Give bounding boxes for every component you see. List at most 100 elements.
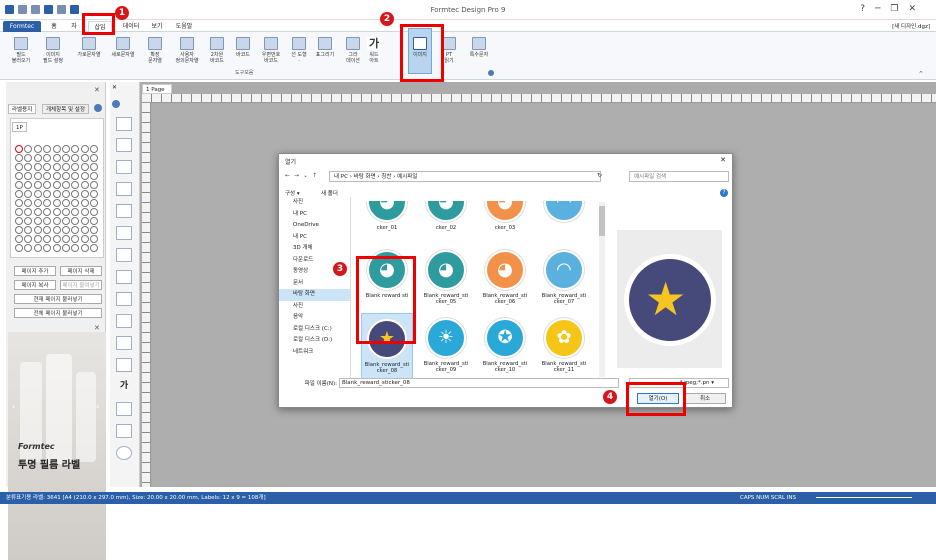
nav-arrows[interactable]: ←→⌄↑ <box>285 172 321 179</box>
label-cell[interactable] <box>62 190 70 198</box>
file-item[interactable]: ◕ Blank_reward_sti cker_05 <box>420 245 472 317</box>
filename-input[interactable]: Blank_reward_sticker_08 <box>339 378 619 388</box>
panel-settings-icon[interactable] <box>94 104 102 112</box>
label-cell[interactable] <box>33 208 42 216</box>
image-insert-button[interactable]: 이미지 <box>408 28 432 74</box>
label-cell[interactable] <box>24 154 33 162</box>
horizontal-text-button[interactable]: 가로문자열 <box>74 35 104 75</box>
label-cell[interactable] <box>80 244 89 252</box>
label-cell[interactable] <box>71 181 80 189</box>
label-cell[interactable] <box>80 145 89 153</box>
label-cell[interactable] <box>15 172 23 180</box>
horizontal-text-tool-icon[interactable] <box>116 160 132 174</box>
label-cell[interactable] <box>33 244 42 252</box>
label-cell[interactable] <box>24 181 33 189</box>
label-cell[interactable] <box>24 163 33 171</box>
label-cell[interactable] <box>71 217 80 225</box>
label-cell[interactable] <box>71 199 80 207</box>
label-cell[interactable] <box>15 145 23 153</box>
label-cell[interactable] <box>43 154 52 162</box>
wordart-button[interactable]: 가 워드 아트 <box>364 35 384 75</box>
panel-close-icon[interactable]: ✕ <box>94 86 100 94</box>
file-item[interactable]: ◠ <box>538 201 590 249</box>
label-cell[interactable] <box>90 154 99 162</box>
label-cell[interactable] <box>71 235 80 243</box>
image-field-button[interactable]: 이미지 필드 설정 <box>40 35 66 75</box>
page-tab[interactable]: 1 Page <box>142 84 172 94</box>
special-char-button[interactable]: 특수문자 <box>466 35 492 75</box>
image-tool-icon[interactable] <box>116 402 132 416</box>
file-item[interactable]: ◠ Blank_reward_sti cker_07 <box>538 245 590 317</box>
label-cell[interactable] <box>15 208 23 216</box>
add-page-button[interactable]: 페이지 추가 <box>14 266 56 276</box>
label-cell[interactable] <box>52 244 61 252</box>
image-field-tool-icon[interactable] <box>116 138 132 152</box>
label-cell[interactable] <box>24 190 33 198</box>
vertical-text-button[interactable]: 세로문자열 <box>108 35 138 75</box>
label-cell[interactable] <box>71 145 80 153</box>
file-item-selected[interactable]: ★ Blank_reward_sti cker_08 <box>361 313 413 378</box>
label-cell[interactable] <box>15 190 23 198</box>
label-cell[interactable] <box>90 217 99 225</box>
label-cell[interactable] <box>24 235 33 243</box>
tab-object-settings[interactable]: 개체항목 및 설정 <box>42 104 89 114</box>
tab-ja[interactable]: 자 <box>64 21 84 32</box>
nav-item[interactable]: 내 PC <box>279 209 350 221</box>
label-cell[interactable] <box>43 235 52 243</box>
toolstrip-settings-icon[interactable] <box>112 100 120 108</box>
nav-item[interactable]: 3D 개체 <box>279 243 350 255</box>
label-cell[interactable] <box>43 190 52 198</box>
label-cell[interactable] <box>90 244 99 252</box>
label-cell[interactable] <box>24 217 33 225</box>
label-cell[interactable] <box>80 235 89 243</box>
toolstrip-close-icon[interactable]: ✕ <box>112 84 117 91</box>
label-cell[interactable] <box>15 199 23 207</box>
label-cell[interactable] <box>24 208 33 216</box>
label-cell[interactable] <box>52 226 61 234</box>
label-cell[interactable] <box>62 235 70 243</box>
label-cell[interactable] <box>62 154 70 162</box>
label-cell[interactable] <box>33 154 42 162</box>
file-item[interactable]: ◕ cker_01 <box>361 201 413 249</box>
custom-text-tool-icon[interactable] <box>116 226 132 240</box>
ad-close-icon[interactable]: ✕ <box>94 324 100 332</box>
field-load-button[interactable]: 필드 불러오기 <box>8 35 34 75</box>
label-layout-grid[interactable] <box>14 144 100 254</box>
label-cell[interactable] <box>52 145 61 153</box>
special-char-tool-icon[interactable] <box>116 446 132 460</box>
label-cell[interactable] <box>15 244 23 252</box>
label-cell[interactable] <box>15 226 23 234</box>
label-cell[interactable] <box>33 145 42 153</box>
label-cell[interactable] <box>52 217 61 225</box>
dialog-close-icon[interactable]: ✕ <box>720 156 726 164</box>
window-controls[interactable]: ?─❐✕ <box>860 4 926 14</box>
label-cell[interactable] <box>43 199 52 207</box>
label-cell[interactable] <box>90 190 99 198</box>
label-cell[interactable] <box>80 163 89 171</box>
zoom-slider[interactable] <box>816 497 912 498</box>
label-cell[interactable] <box>15 235 23 243</box>
label-cell[interactable] <box>33 199 42 207</box>
shape-tool-icon[interactable] <box>116 314 132 328</box>
label-cell[interactable] <box>71 190 80 198</box>
file-item[interactable]: ◕ cker_02 <box>420 201 472 249</box>
gradation-button[interactable]: 그라 데이션 <box>340 35 366 75</box>
group-settings-icon[interactable] <box>488 70 494 76</box>
label-cell[interactable] <box>33 163 42 171</box>
postal-barcode-tool-icon[interactable] <box>116 292 132 306</box>
label-cell[interactable] <box>80 199 89 207</box>
page-tab-1p[interactable]: 1P <box>12 122 27 132</box>
label-cell[interactable] <box>71 154 80 162</box>
label-cell[interactable] <box>52 208 61 216</box>
open-button[interactable]: 열기(O) <box>637 393 679 404</box>
tab-home[interactable]: 홈 <box>44 21 64 32</box>
file-item[interactable]: ✪ Blank_reward_sti cker_10 <box>479 313 531 378</box>
organize-button[interactable]: 구성 ▾ <box>285 189 300 197</box>
label-cell[interactable] <box>90 163 99 171</box>
import-current-page-button[interactable]: 현재 페이지 불러넣기 <box>14 294 102 304</box>
label-cell[interactable] <box>62 199 70 207</box>
refresh-icon[interactable]: ↻ <box>597 172 602 179</box>
extended-text-button[interactable]: 확장 문자열 <box>142 35 168 75</box>
label-cell[interactable] <box>33 217 42 225</box>
address-bar[interactable]: 내 PC › 바탕 화면 › 칭찬 › 예시파일 <box>329 171 601 182</box>
